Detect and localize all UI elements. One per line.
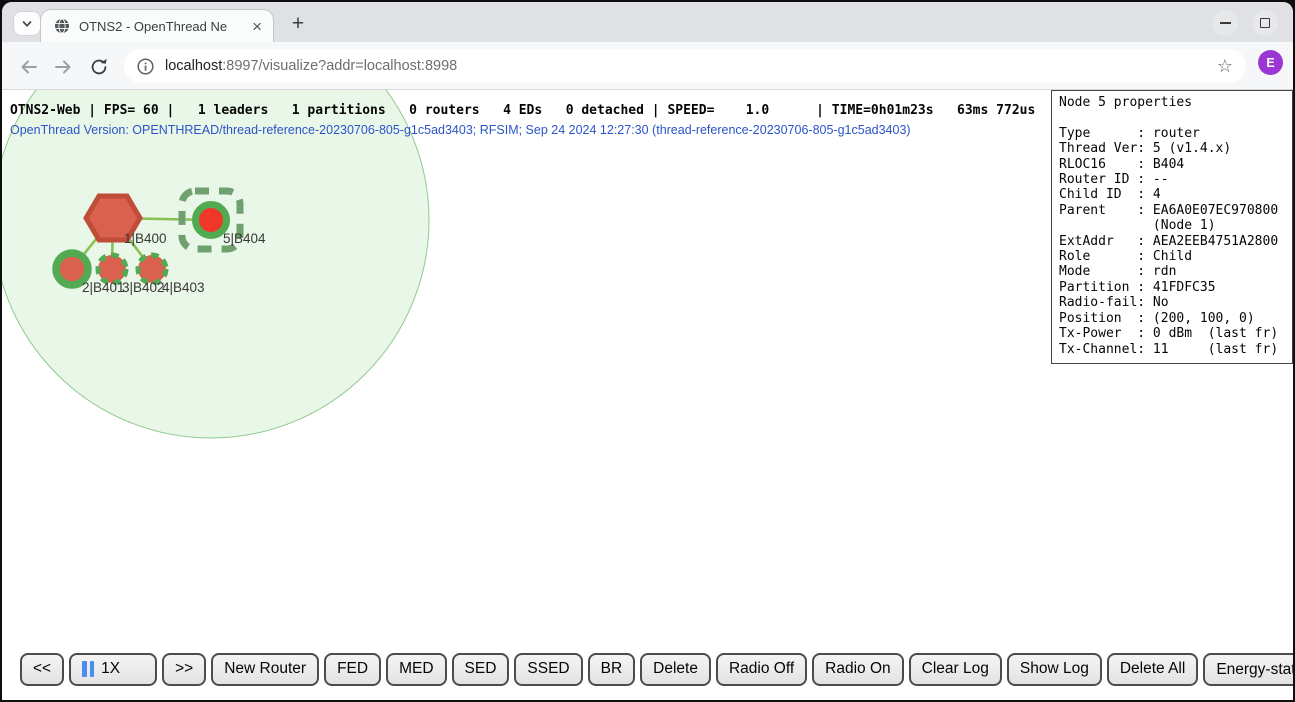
back-button[interactable]	[18, 56, 40, 78]
tab-title: OTNS2 - OpenThread Ne	[79, 19, 249, 34]
node-properties-panel: Node 5 properties Type : router Thread V…	[1051, 90, 1293, 364]
panel-body: Type : router Thread Ver: 5 (v1.4.x) RLO…	[1059, 110, 1285, 357]
url-path: :8997/visualize?addr=localhost:8998	[222, 58, 457, 74]
pause-speed-button[interactable]: 1X	[69, 653, 157, 686]
info-icon[interactable]	[137, 58, 154, 75]
clear-log-button[interactable]: Clear Log	[909, 653, 1002, 686]
node-5[interactable]	[196, 205, 227, 236]
tab-strip: OTNS2 - OpenThread Ne × +	[2, 2, 1293, 42]
tab-close-icon[interactable]: ×	[249, 18, 265, 35]
delete-all-button[interactable]: Delete All	[1107, 653, 1198, 686]
url-host: localhost	[165, 58, 222, 74]
fed-button[interactable]: FED	[324, 653, 381, 686]
pause-icon	[82, 661, 94, 677]
energy-stats-button[interactable]: Energy-stats ↗	[1203, 653, 1293, 686]
speed-down-button[interactable]: <<	[20, 653, 64, 686]
maximize-icon	[1260, 18, 1270, 28]
openthread-version-text: OpenThread Version: OPENTHREAD/thread-re…	[10, 123, 911, 138]
node-5-label: 5|B404	[223, 231, 266, 246]
node-3[interactable]	[98, 255, 126, 283]
reload-icon	[88, 56, 110, 78]
chevron-down-icon	[20, 17, 34, 31]
reload-button[interactable]	[88, 56, 110, 78]
browser-window: OTNS2 - OpenThread Ne × +	[2, 2, 1293, 700]
node-3-label: 3|B402	[122, 280, 165, 295]
forward-button[interactable]	[52, 56, 74, 78]
url-text: localhost:8997/visualize?addr=localhost:…	[165, 58, 1209, 74]
forward-arrow-icon	[52, 56, 74, 78]
radio-off-button[interactable]: Radio Off	[716, 653, 807, 686]
node-4-label: 4|B403	[162, 280, 205, 295]
br-button[interactable]: BR	[588, 653, 636, 686]
browser-toolbar: localhost:8997/visualize?addr=localhost:…	[2, 42, 1293, 90]
node-4[interactable]	[138, 255, 166, 283]
ssed-button[interactable]: SSED	[514, 653, 582, 686]
browser-tab[interactable]: OTNS2 - OpenThread Ne ×	[40, 9, 274, 42]
show-log-button[interactable]: Show Log	[1007, 653, 1102, 686]
address-bar[interactable]: localhost:8997/visualize?addr=localhost:…	[124, 49, 1246, 83]
radio-on-button[interactable]: Radio On	[812, 653, 903, 686]
med-button[interactable]: MED	[386, 653, 446, 686]
panel-title: Node 5 properties	[1059, 95, 1285, 110]
status-bar: OTNS2-Web | FPS= 60 | 1 leaders 1 partit…	[10, 103, 1035, 119]
bookmark-star-icon[interactable]: ☆	[1217, 56, 1233, 77]
speed-up-button[interactable]: >>	[162, 653, 206, 686]
sed-button[interactable]: SED	[452, 653, 510, 686]
new-tab-button[interactable]: +	[285, 11, 311, 37]
page-content: 1|B400 5|B404 2|B401 3|B402 4|B403 OTNS2…	[2, 90, 1293, 700]
profile-avatar[interactable]: E	[1258, 50, 1283, 75]
minimize-icon	[1220, 22, 1231, 24]
new-router-button[interactable]: New Router	[211, 653, 319, 686]
back-arrow-icon	[18, 56, 40, 78]
speed-label: 1X	[101, 660, 120, 678]
globe-favicon-icon	[54, 18, 70, 34]
tab-search-button[interactable]	[14, 12, 40, 35]
simulation-toolbar: << 1X >> New Router FED MED SED SSED BR …	[20, 653, 1293, 686]
delete-button[interactable]: Delete	[640, 653, 711, 686]
node-1-label: 1|B400	[124, 231, 167, 246]
maximize-button[interactable]	[1252, 10, 1278, 36]
minimize-button[interactable]	[1212, 10, 1238, 36]
node-2-label: 2|B401	[82, 280, 125, 295]
